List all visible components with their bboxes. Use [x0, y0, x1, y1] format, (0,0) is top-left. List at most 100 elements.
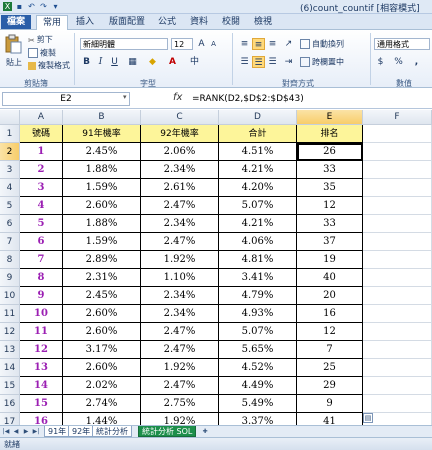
- prev-sheet-icon[interactable]: ◀: [12, 427, 20, 436]
- table-cell[interactable]: 19: [297, 251, 363, 269]
- table-cell[interactable]: 5.65%: [219, 341, 297, 359]
- tab-view[interactable]: 檢視: [248, 15, 278, 29]
- font-name-select[interactable]: 新細明體: [80, 38, 168, 50]
- table-cell[interactable]: 3: [20, 179, 63, 197]
- empty-cell[interactable]: [363, 269, 432, 287]
- empty-cell[interactable]: [363, 215, 432, 233]
- tab-formulas[interactable]: 公式: [152, 15, 182, 29]
- table-cell[interactable]: 40: [297, 269, 363, 287]
- tab-data[interactable]: 資料: [184, 15, 214, 29]
- table-cell[interactable]: 25: [297, 359, 363, 377]
- table-cell[interactable]: 1.92%: [141, 251, 219, 269]
- table-cell[interactable]: 2.45%: [63, 143, 141, 161]
- empty-cell[interactable]: [363, 233, 432, 251]
- column-header-d[interactable]: D: [219, 110, 297, 125]
- font-size-select[interactable]: 12: [171, 38, 193, 50]
- table-cell[interactable]: 20: [297, 287, 363, 305]
- formula-input[interactable]: =RANK(D2,$D$2:$D$43): [192, 92, 304, 106]
- shrink-font-icon[interactable]: A: [207, 38, 220, 50]
- sheet-tab-91[interactable]: 91年: [44, 426, 71, 437]
- table-cell[interactable]: 2.47%: [141, 377, 219, 395]
- table-cell[interactable]: 4.93%: [219, 305, 297, 323]
- next-sheet-icon[interactable]: ▶: [22, 427, 30, 436]
- borders-icon[interactable]: ▦: [126, 56, 139, 68]
- row-header[interactable]: 17: [0, 413, 20, 425]
- table-cell[interactable]: 2.47%: [141, 233, 219, 251]
- table-cell[interactable]: 4.06%: [219, 233, 297, 251]
- table-cell[interactable]: 2.74%: [63, 395, 141, 413]
- empty-cell[interactable]: [363, 161, 432, 179]
- table-cell[interactable]: 2.31%: [63, 269, 141, 287]
- table-cell[interactable]: 7: [20, 251, 63, 269]
- table-cell[interactable]: 1.92%: [141, 359, 219, 377]
- align-center-icon[interactable]: ☰: [252, 56, 265, 68]
- table-cell[interactable]: 2.34%: [141, 305, 219, 323]
- table-cell[interactable]: 37: [297, 233, 363, 251]
- empty-cell[interactable]: [363, 395, 432, 413]
- table-cell[interactable]: 2.34%: [141, 161, 219, 179]
- tab-home[interactable]: 常用: [36, 15, 68, 31]
- empty-cell[interactable]: [363, 143, 432, 161]
- undo-icon[interactable]: ↶: [27, 2, 36, 11]
- table-cell[interactable]: 12: [297, 197, 363, 215]
- empty-cell[interactable]: [363, 197, 432, 215]
- empty-cell[interactable]: [363, 323, 432, 341]
- insert-function-icon[interactable]: fx: [173, 92, 182, 103]
- table-cell[interactable]: 4.49%: [219, 377, 297, 395]
- table-cell[interactable]: 4.21%: [219, 161, 297, 179]
- table-cell[interactable]: 2.47%: [141, 197, 219, 215]
- sheet-tab-stats-sol[interactable]: 統計分析 SOL: [138, 426, 197, 437]
- row-header[interactable]: 11: [0, 305, 20, 323]
- table-cell[interactable]: 9: [297, 395, 363, 413]
- table-cell[interactable]: 3.41%: [219, 269, 297, 287]
- header-cell[interactable]: 92年機率: [141, 125, 219, 143]
- header-cell[interactable]: 排名: [297, 125, 363, 143]
- table-cell[interactable]: 5.49%: [219, 395, 297, 413]
- table-cell[interactable]: 16: [20, 413, 63, 425]
- column-header-b[interactable]: B: [63, 110, 141, 125]
- table-cell[interactable]: 1.88%: [63, 215, 141, 233]
- row-header[interactable]: 15: [0, 377, 20, 395]
- table-cell[interactable]: 2.47%: [141, 341, 219, 359]
- empty-cell[interactable]: [363, 341, 432, 359]
- row-header[interactable]: 3: [0, 161, 20, 179]
- column-header-a[interactable]: A: [20, 110, 63, 125]
- tab-page-layout[interactable]: 版面配置: [104, 15, 150, 29]
- table-cell[interactable]: 1.59%: [63, 179, 141, 197]
- sheet-tab-stats[interactable]: 統計分析: [92, 426, 132, 437]
- table-cell[interactable]: 1.92%: [141, 413, 219, 425]
- table-cell[interactable]: 3.37%: [219, 413, 297, 425]
- header-cell[interactable]: 91年機率: [63, 125, 141, 143]
- row-header[interactable]: 1: [0, 125, 20, 143]
- table-cell[interactable]: 4.81%: [219, 251, 297, 269]
- align-middle-icon[interactable]: ≡: [252, 38, 265, 50]
- row-header[interactable]: 14: [0, 359, 20, 377]
- table-cell[interactable]: 2.02%: [63, 377, 141, 395]
- table-cell[interactable]: 33: [297, 161, 363, 179]
- name-box-dropdown-icon[interactable]: ▾: [123, 93, 127, 101]
- tab-review[interactable]: 校閱: [216, 15, 246, 29]
- sheet-tab-92[interactable]: 92年: [68, 426, 95, 437]
- table-cell[interactable]: 2.89%: [63, 251, 141, 269]
- row-header[interactable]: 16: [0, 395, 20, 413]
- tab-file[interactable]: 檔案: [1, 15, 31, 29]
- table-cell[interactable]: 12: [297, 323, 363, 341]
- copy-button[interactable]: 複製: [28, 48, 56, 59]
- name-box[interactable]: E2: [2, 92, 130, 106]
- insert-sheet-icon[interactable]: ✚: [200, 427, 210, 436]
- percent-icon[interactable]: %: [392, 56, 405, 68]
- empty-cell[interactable]: [363, 413, 432, 425]
- row-header[interactable]: 6: [0, 215, 20, 233]
- align-right-icon[interactable]: ☰: [266, 56, 279, 68]
- currency-icon[interactable]: $: [374, 56, 387, 68]
- save-icon[interactable]: ▪: [15, 2, 24, 11]
- empty-cell[interactable]: [363, 179, 432, 197]
- font-color-icon[interactable]: A: [166, 56, 179, 68]
- row-header[interactable]: 5: [0, 197, 20, 215]
- column-header-c[interactable]: C: [141, 110, 219, 125]
- empty-cell[interactable]: [363, 125, 432, 143]
- row-header[interactable]: 8: [0, 251, 20, 269]
- table-cell[interactable]: 5.07%: [219, 197, 297, 215]
- table-cell[interactable]: 6: [20, 233, 63, 251]
- table-cell[interactable]: 2.47%: [141, 323, 219, 341]
